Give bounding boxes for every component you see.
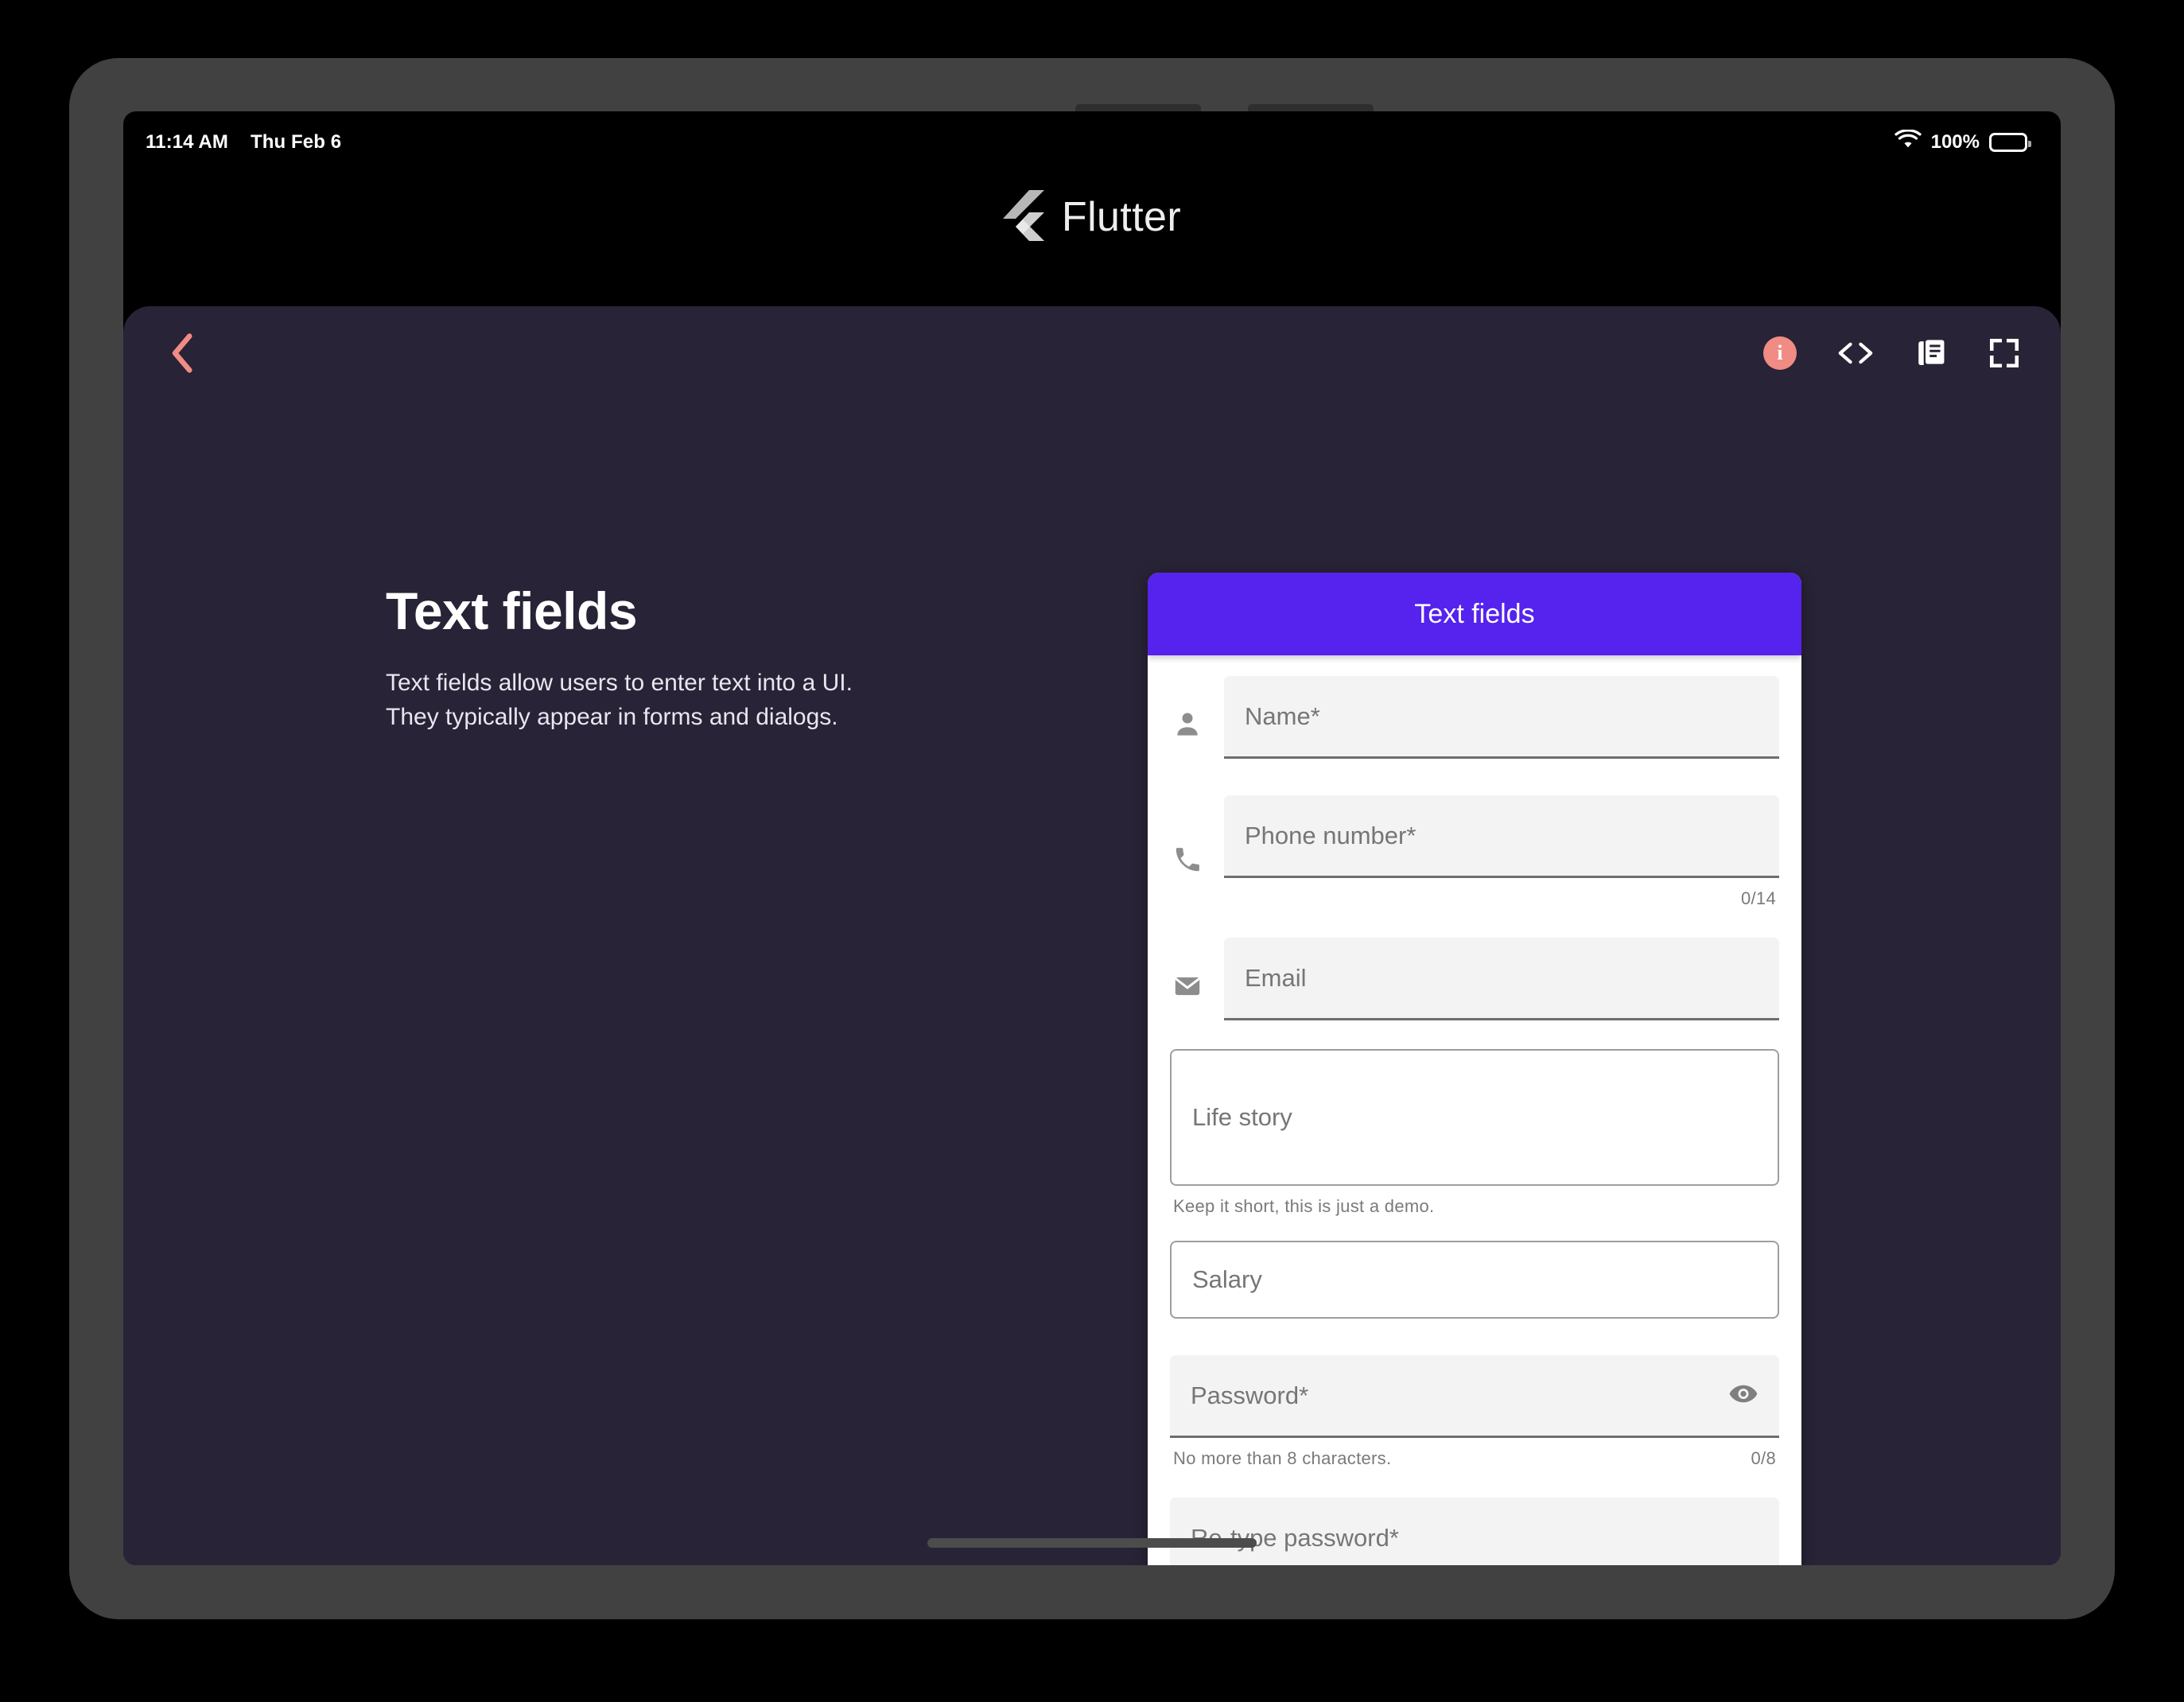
back-button[interactable] [167,331,199,375]
form-field-name: Name* [1170,676,1779,759]
life-story-helper: Keep it short, this is just a demo. [1173,1196,1435,1216]
documentation-icon[interactable] [1914,336,1948,370]
gallery-app-panel: i Text fields Text fields allow users to… [123,306,2061,1565]
phone-counter: 0/14 [1740,888,1776,908]
status-bar: 11:14 AM Thu Feb 6 100% [123,111,2061,173]
retype-password-input[interactable]: Re-type password* [1170,1498,1779,1565]
form-field-password: Password* No more than 8 characters. 0/8 [1170,1355,1779,1469]
form-field-phone: Phone number* 0/14 [1170,795,1779,909]
device-screen: 11:14 AM Thu Feb 6 100% Flutter i Text f… [123,111,2061,1565]
visibility-eye-icon[interactable] [1728,1378,1758,1413]
code-icon[interactable] [1836,340,1875,367]
email-input[interactable]: Email [1224,938,1779,1020]
demo-toolbar: i [123,306,2061,400]
battery-percent-label: 100% [1930,131,1980,153]
form-field-salary: Salary [1170,1241,1779,1319]
password-placeholder: Password* [1191,1381,1309,1409]
page-title: Text fields [386,581,638,640]
status-time: 11:14 AM [146,131,228,153]
life-story-input[interactable]: Life story [1170,1049,1779,1186]
info-icon[interactable]: i [1763,336,1797,370]
email-icon [1170,938,1205,1020]
status-bar-right: 100% [1894,128,2031,156]
password-helper-row: No more than 8 characters. 0/8 [1170,1438,1779,1469]
phone-icon [1170,795,1205,909]
phone-helper-row: 0/14 [1224,878,1779,909]
password-helper: No more than 8 characters. [1173,1448,1392,1468]
status-date: Thu Feb 6 [250,131,342,153]
salary-placeholder: Salary [1192,1265,1262,1293]
form-field-retype-password: Re-type password* [1170,1498,1779,1565]
life-story-placeholder: Life story [1192,1103,1292,1131]
wifi-icon [1894,128,1922,156]
flutter-brand-header: Flutter [123,173,2061,261]
phone-placeholder: Phone number* [1245,821,1416,849]
demo-appbar-title: Text fields [1414,598,1535,629]
status-bar-left: 11:14 AM Thu Feb 6 [146,131,341,153]
text-fields-form: Name* Phone number* 0/14 Email Life stor… [1148,655,1801,1565]
salary-input[interactable]: Salary [1170,1241,1779,1319]
info-badge-label: i [1763,336,1797,370]
form-field-email: Email [1170,938,1779,1020]
phone-input[interactable]: Phone number* [1224,795,1779,878]
life-story-helper-row: Keep it short, this is just a demo. [1170,1186,1779,1217]
fullscreen-icon[interactable] [1988,336,2021,370]
demo-appbar: Text fields [1148,573,1801,655]
toolbar-actions: i [1763,336,2021,370]
home-indicator[interactable] [927,1538,1257,1548]
email-placeholder: Email [1245,963,1307,992]
flutter-brand-name: Flutter [1061,194,1182,240]
password-input[interactable]: Password* [1170,1355,1779,1438]
page-description: Text fields allow users to enter text in… [386,670,853,730]
battery-full-icon [1989,133,2031,152]
demo-device-mock: Text fields Name* Phone number* 0/14 Ema… [1148,573,1801,1565]
demo-description: Text fields Text fields allow users to e… [386,581,1102,734]
name-placeholder: Name* [1245,701,1320,730]
flutter-logo-icon [1002,189,1044,245]
name-input[interactable]: Name* [1224,676,1779,759]
password-counter: 0/8 [1751,1448,1776,1468]
screenshot-stage: 11:14 AM Thu Feb 6 100% Flutter i Text f… [0,0,2184,1702]
person-icon [1170,676,1205,759]
form-field-life-story: Life story Keep it short, this is just a… [1170,1049,1779,1217]
